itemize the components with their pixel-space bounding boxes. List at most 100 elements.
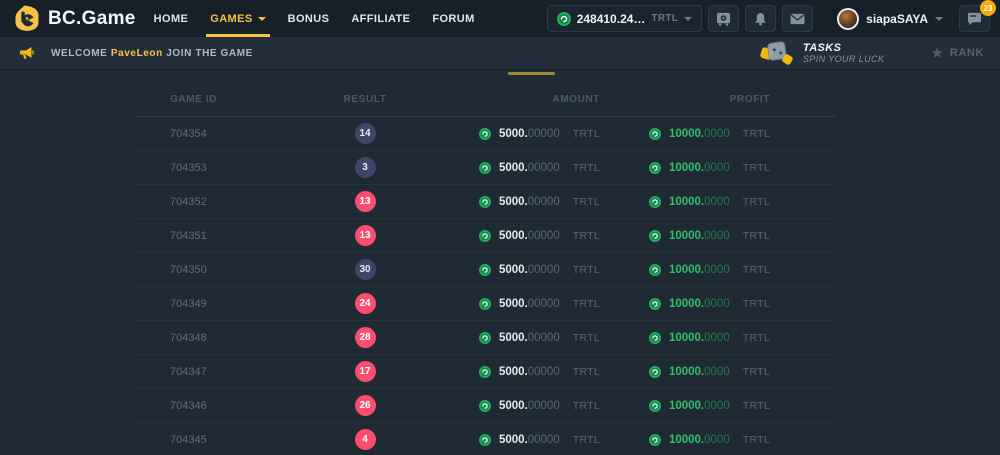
bcgame-logo[interactable]: BC.Game [14, 5, 136, 32]
profit-whole: 10000. [669, 298, 704, 310]
amount-whole: 5000. [499, 332, 528, 344]
trtl-coin-icon [649, 298, 661, 310]
amount-whole: 5000. [499, 230, 528, 242]
amount-currency: TRTL [573, 230, 600, 242]
dice-icon [761, 40, 795, 66]
messages-button[interactable] [782, 5, 813, 32]
amount-currency: TRTL [573, 264, 600, 276]
result-badge: 4 [355, 429, 376, 450]
username: siapaSAYA [866, 12, 928, 26]
profit-whole: 10000. [669, 128, 704, 140]
balance-selector[interactable]: 248410.24… TRTL [547, 5, 702, 32]
profit-fraction: 0000 [704, 434, 730, 446]
chevron-down-icon [258, 17, 266, 21]
amount-currency: TRTL [573, 162, 600, 174]
chat-unread-badge: 23 [980, 0, 996, 16]
profit-fraction: 0000 [704, 230, 730, 242]
trtl-coin-icon [479, 434, 491, 446]
col-profit: PROFIT [730, 94, 835, 105]
table-row[interactable]: 704349 24 5000.00000 TRTL [135, 287, 835, 321]
amount-currency: TRTL [573, 366, 600, 378]
amount-currency: TRTL [573, 400, 600, 412]
profit-fraction: 0000 [704, 332, 730, 344]
game-id: 704346 [135, 400, 295, 412]
profit-fraction: 0000 [704, 128, 730, 140]
amount-whole: 5000. [499, 366, 528, 378]
subbar-right: TASKS SPIN YOUR LUCK ★ RANK [761, 40, 988, 66]
table-body: 704354 14 5000.00000 TRTL [135, 117, 835, 455]
table-row[interactable]: 704350 30 5000.00000 TRTL [135, 253, 835, 287]
announcement: WELCOME PaveLeon JOIN THE GAME [18, 46, 253, 61]
nav-bonus[interactable]: BONUS [288, 0, 330, 37]
trtl-coin-icon [479, 162, 491, 174]
result-badge: 17 [355, 361, 376, 382]
table-header-row: GAME ID RESULT AMOUNT PROFIT [135, 83, 835, 117]
amount-fraction: 00000 [528, 332, 560, 344]
profit-whole: 10000. [669, 264, 704, 276]
amount-fraction: 00000 [528, 128, 560, 140]
table-row[interactable]: 704353 3 5000.00000 TRTL [135, 151, 835, 185]
profit-fraction: 0000 [704, 400, 730, 412]
trtl-coin-icon [649, 400, 661, 412]
amount-whole: 5000. [499, 434, 528, 446]
profit-currency: TRTL [743, 264, 770, 276]
trtl-coin-icon [649, 162, 661, 174]
col-result: RESULT [344, 94, 387, 105]
game-id: 704348 [135, 332, 295, 344]
result-badge: 13 [355, 225, 376, 246]
user-menu[interactable]: siapaSAYA [837, 8, 943, 30]
trtl-coin-icon [649, 196, 661, 208]
game-id: 704352 [135, 196, 295, 208]
profit-fraction: 0000 [704, 366, 730, 378]
trtl-coin-icon [479, 332, 491, 344]
active-tab-indicator [508, 72, 555, 75]
profit-currency: TRTL [743, 366, 770, 378]
nav-affiliate[interactable]: AFFILIATE [351, 0, 410, 37]
table-row[interactable]: 704346 26 5000.00000 TRTL [135, 389, 835, 423]
result-badge: 3 [355, 157, 376, 178]
chat-toggle-button[interactable]: 23 [959, 5, 990, 32]
tasks-widget[interactable]: TASKS SPIN YOUR LUCK [761, 40, 884, 66]
nav-games[interactable]: GAMES [210, 0, 265, 37]
nav-forum[interactable]: FORUM [432, 0, 474, 37]
rank-label: RANK [950, 47, 984, 59]
tasks-title: TASKS [803, 42, 884, 55]
result-badge: 26 [355, 395, 376, 416]
tasks-subtitle: SPIN YOUR LUCK [803, 54, 884, 64]
profit-fraction: 0000 [704, 196, 730, 208]
bcgame-logo-icon [14, 5, 40, 32]
header-right-cluster: 248410.24… TRTL [547, 5, 990, 32]
table-row[interactable]: 704351 13 5000.00000 TRTL [135, 219, 835, 253]
table-row[interactable]: 704348 28 5000.00000 TRTL [135, 321, 835, 355]
nav-home[interactable]: HOME [154, 0, 189, 37]
amount-fraction: 00000 [528, 162, 560, 174]
table-row[interactable]: 704354 14 5000.00000 TRTL [135, 117, 835, 151]
announcement-bar: WELCOME PaveLeon JOIN THE GAME TASKS SPI… [0, 37, 1000, 70]
mail-icon [790, 13, 805, 25]
chat-icon [967, 12, 982, 26]
announcement-username: PaveLeon [111, 48, 163, 59]
profit-whole: 10000. [669, 400, 704, 412]
table-row[interactable]: 704345 4 5000.00000 TRTL [135, 423, 835, 455]
notifications-button[interactable] [745, 5, 776, 32]
profit-fraction: 0000 [704, 264, 730, 276]
amount-fraction: 00000 [528, 298, 560, 310]
trtl-coin-icon [557, 12, 571, 26]
table-row[interactable]: 704347 17 5000.00000 TRTL [135, 355, 835, 389]
main-content: GAME ID RESULT AMOUNT PROFIT 704354 14 5… [0, 70, 1000, 454]
trtl-coin-icon [649, 434, 661, 446]
star-icon: ★ [930, 46, 943, 61]
profit-currency: TRTL [743, 162, 770, 174]
rank-widget[interactable]: ★ RANK [930, 46, 988, 61]
result-badge: 13 [355, 191, 376, 212]
vault-button[interactable] [708, 5, 739, 32]
chevron-down-icon [684, 17, 692, 21]
vault-icon [716, 12, 731, 26]
amount-currency: TRTL [573, 434, 600, 446]
result-badge: 28 [355, 327, 376, 348]
logo-text: BC.Game [48, 8, 136, 30]
result-badge: 24 [355, 293, 376, 314]
bell-icon [754, 12, 767, 26]
table-row[interactable]: 704352 13 5000.00000 TRTL [135, 185, 835, 219]
top-header-bar: BC.Game HOME GAMES BONUS AFFILIATE FORUM… [0, 0, 1000, 37]
